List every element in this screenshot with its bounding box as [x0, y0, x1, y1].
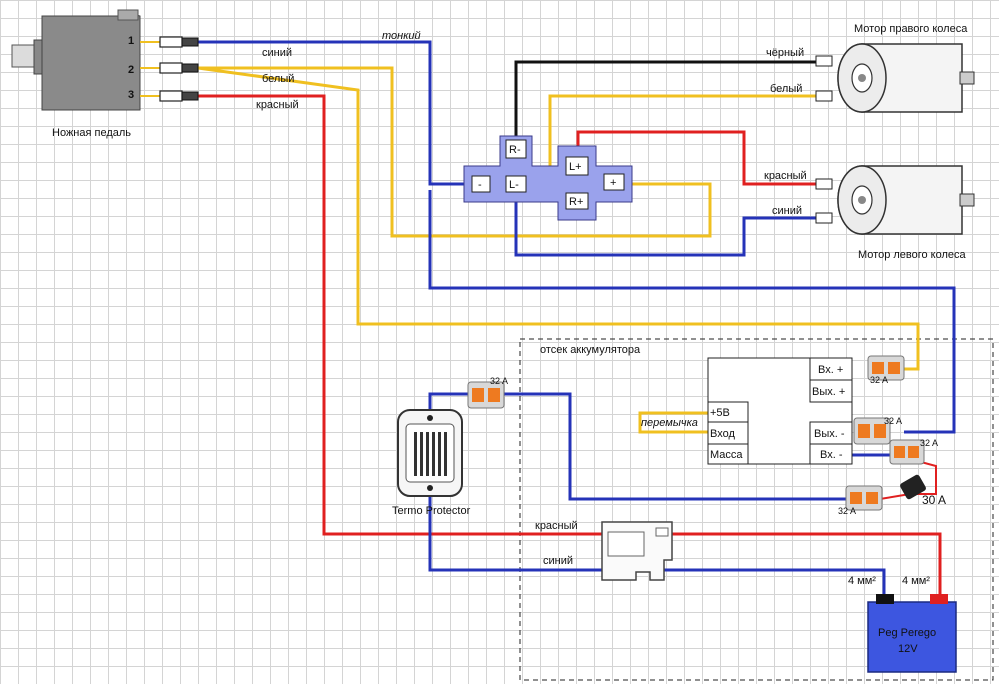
label-blue-right: синий — [772, 205, 802, 217]
fuse-rating: 30 A — [922, 493, 946, 507]
relay-r-minus: R- — [509, 144, 521, 156]
label-blue-top: синий — [262, 47, 292, 59]
pedal-pin-2: 2 — [128, 64, 134, 76]
label-red-right: красный — [764, 170, 807, 182]
right-motor — [815, 43, 975, 113]
relay-r-plus: R+ — [569, 196, 583, 208]
termo-label: Termo Protector — [392, 505, 471, 517]
controller-5v: +5В — [710, 407, 730, 419]
battery-compartment-title: отсек аккумулятора — [540, 344, 641, 356]
wire-blue-pedal-to-relay — [198, 40, 468, 186]
pedal-label: Ножная педаль — [52, 127, 131, 139]
label-white-right: белый — [770, 83, 802, 95]
right-motor-label: Мотор правого колеса — [854, 23, 968, 35]
left-motor-label: Мотор левого колеса — [858, 249, 967, 261]
relay-minus: - — [478, 179, 482, 191]
wire-size-right: 4 мм² — [902, 575, 930, 587]
wire-yellow-pedal-to-relay — [198, 66, 712, 238]
rating-termo-connector: 32 A — [490, 376, 508, 386]
relay-l-plus: L+ — [569, 161, 582, 173]
relay-l-minus: L- — [509, 179, 519, 191]
rating-in-plus: 32 A — [870, 375, 888, 385]
battery-voltage: 12V — [898, 643, 918, 655]
label-jumper: перемычка — [641, 417, 698, 429]
controller-input: Вход — [710, 428, 735, 440]
power-switch — [601, 521, 673, 581]
label-white-top: белый — [262, 73, 294, 85]
pedal-terminals — [140, 36, 199, 102]
wire-black-relay-to-right-motor — [514, 60, 822, 150]
controller-in-plus: Вх. + — [818, 364, 843, 376]
controller-out-plus: Вых. + — [812, 386, 845, 398]
rating-in-minus: 32 A — [920, 438, 938, 448]
pedal-pin-3: 3 — [128, 89, 134, 101]
battery-brand: Peg Perego — [878, 627, 936, 639]
label-blue-bottom: синий — [543, 555, 573, 567]
relay-block — [463, 135, 633, 221]
wago-connector-in-minus — [889, 439, 925, 465]
label-red-top: красный — [256, 99, 299, 111]
wire-size-left: 4 мм² — [848, 575, 876, 587]
controller-ground: Масса — [710, 449, 743, 461]
foot-pedal — [11, 9, 141, 111]
label-black-right: чёрный — [766, 47, 804, 59]
termo-protector — [397, 409, 463, 497]
wiring-diagram: отсек аккумулятора тонкий синий белый кр… — [11, 9, 994, 681]
controller-in-minus: Вх. - — [820, 449, 843, 461]
label-thin: тонкий — [382, 30, 421, 42]
rating-fuse-connector: 32 A — [838, 506, 856, 516]
wiring-diagram-canvas: отсек аккумулятора тонкий синий белый кр… — [0, 0, 999, 684]
relay-plus: + — [610, 177, 616, 189]
rating-out-minus: 32 A — [884, 416, 902, 426]
pedal-pin-1: 1 — [128, 35, 134, 47]
controller-out-minus: Вых. - — [814, 428, 845, 440]
left-motor — [815, 165, 975, 235]
label-red-bottom: красный — [535, 520, 578, 532]
